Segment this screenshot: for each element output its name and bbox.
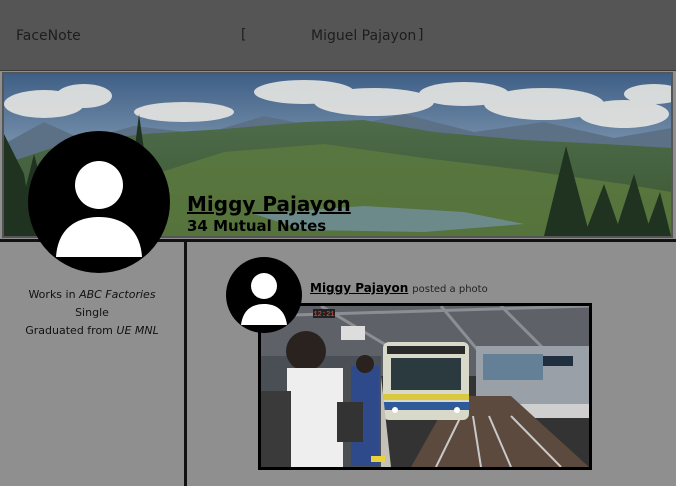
mutual-notes-count[interactable]: 34 Mutual Notes <box>187 217 326 235</box>
about-relationship: Single <box>75 306 109 319</box>
post-header: Miggy Pajayon posted a photo <box>310 281 488 295</box>
about-school: UE MNL <box>116 324 159 337</box>
person-icon <box>241 273 287 325</box>
about-section: Works in ABC Factories Single Graduated … <box>0 286 184 340</box>
user-bracket-left: [ <box>241 27 247 43</box>
user-bracket-right: ] <box>418 27 424 43</box>
post-author-name[interactable]: Miggy Pajayon <box>310 281 408 295</box>
profile-name[interactable]: Miggy Pajayon <box>187 192 351 216</box>
post-action-text: posted a photo <box>412 284 488 295</box>
app-brand[interactable]: FaceNote <box>16 28 81 44</box>
station-clock-text: 12:21 <box>313 311 334 319</box>
post-author-avatar[interactable] <box>226 257 302 333</box>
current-user-name[interactable]: Miguel Pajayon <box>311 28 416 44</box>
post-photo[interactable]: 12:21 <box>258 303 592 470</box>
about-work-place: ABC Factories <box>79 288 156 301</box>
train-station-photo: 12:21 <box>261 306 589 467</box>
section-divider-vertical <box>184 242 187 486</box>
profile-avatar[interactable] <box>28 131 170 273</box>
about-work: Works in ABC Factories <box>28 288 156 301</box>
top-bar: FaceNote [ Miguel Pajayon ] <box>0 0 676 71</box>
about-education: Graduated from UE MNL <box>25 324 159 337</box>
person-icon <box>56 161 142 257</box>
